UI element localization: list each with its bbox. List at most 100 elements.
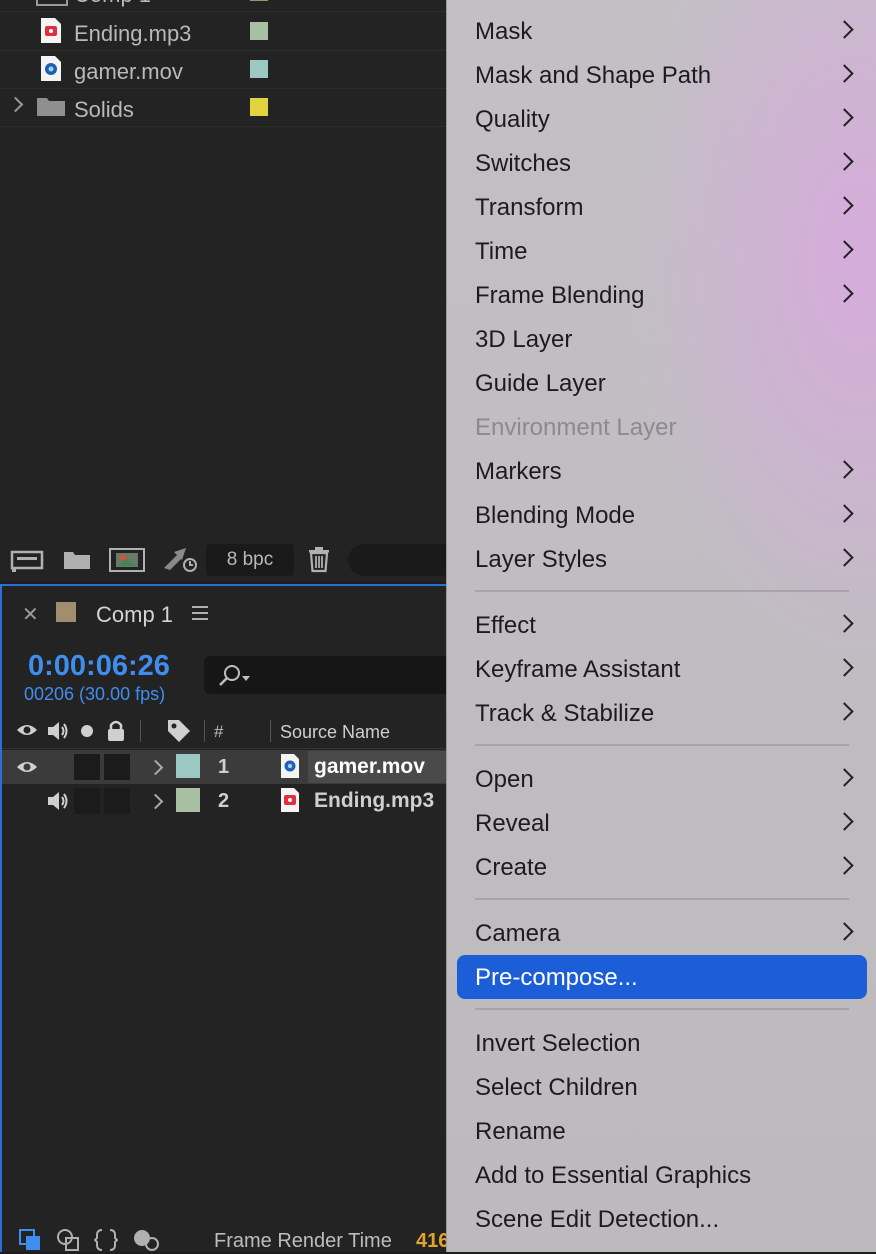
menu-item-track-and-stabilize[interactable]: Track & Stabilize — [457, 691, 867, 735]
menu-item-label: Layer Styles — [475, 546, 608, 573]
layer-name[interactable]: gamer.mov — [308, 751, 468, 783]
project-search-field[interactable] — [348, 544, 458, 576]
menu-item-label: Frame Blending — [475, 282, 645, 309]
project-item-name: gamer.mov — [74, 59, 183, 84]
expand-layer-chevron-icon[interactable] — [147, 793, 164, 810]
submenu-chevron-icon — [835, 240, 854, 259]
submenu-chevron-icon — [835, 20, 854, 39]
menu-item-reveal[interactable]: Reveal — [457, 801, 867, 845]
bit-depth-button[interactable]: 8 bpc — [206, 544, 294, 576]
menu-separator — [475, 1008, 849, 1010]
label-color-swatch[interactable] — [250, 98, 268, 116]
submenu-chevron-icon — [835, 768, 854, 787]
lock-switch[interactable] — [104, 754, 130, 780]
label-color-swatch[interactable] — [250, 60, 268, 78]
menu-item-frame-blending[interactable]: Frame Blending — [457, 273, 867, 317]
menu-separator — [475, 744, 849, 746]
close-tab-icon[interactable]: ✕ — [22, 602, 39, 627]
layer-name[interactable]: Ending.mp3 — [314, 789, 434, 813]
lock-switch[interactable] — [104, 788, 130, 814]
menu-item-camera[interactable]: Camera — [457, 911, 867, 955]
layer-switches-toggle-icon[interactable] — [18, 1228, 42, 1252]
menu-item-label: 3D Layer — [475, 326, 573, 353]
menu-item-add-to-essential-graphics[interactable]: Add to Essential Graphics — [457, 1153, 867, 1197]
composition-icon — [36, 0, 68, 6]
interpret-footage-icon[interactable] — [10, 544, 44, 574]
expand-chevron-icon[interactable] — [7, 96, 24, 113]
project-panel: Comp 1 Ending.mp3 gamer.mov Solids — [0, 0, 458, 582]
lock-icon[interactable] — [106, 719, 126, 743]
menu-item-switches[interactable]: Switches — [457, 141, 867, 185]
menu-item-label: Switches — [475, 150, 572, 177]
visibility-eye-icon[interactable] — [16, 759, 38, 775]
menu-item-label: Guide Layer — [475, 370, 606, 397]
project-item-gamer-mov[interactable]: gamer.mov — [0, 51, 450, 89]
new-folder-icon[interactable] — [62, 544, 92, 574]
render-node-icon[interactable] — [160, 544, 200, 574]
menu-item-select-children[interactable]: Select Children — [457, 1065, 867, 1109]
menu-item-pre-compose[interactable]: Pre-compose... — [457, 955, 867, 999]
project-item-solids[interactable]: Solids — [0, 89, 450, 127]
menu-item-3d-layer[interactable]: 3D Layer — [457, 317, 867, 361]
audio-icon[interactable] — [46, 720, 70, 742]
menu-item-label: Invert Selection — [475, 1030, 641, 1057]
menu-item-label: Transform — [475, 194, 584, 221]
panel-menu-icon[interactable] — [192, 606, 208, 620]
project-toolbar: 8 bpc — [0, 538, 458, 582]
layer-label-swatch[interactable] — [176, 788, 200, 812]
menu-item-time[interactable]: Time — [457, 229, 867, 273]
search-icon — [219, 665, 250, 686]
solo-icon[interactable] — [80, 724, 94, 738]
menu-item-rename[interactable]: Rename — [457, 1109, 867, 1153]
layer-number-header[interactable]: # — [214, 722, 223, 742]
render-time-toggle-icon[interactable] — [132, 1228, 160, 1252]
label-color-swatch[interactable] — [250, 0, 268, 1]
column-divider[interactable] — [140, 720, 141, 742]
video-file-icon — [281, 754, 299, 778]
video-visibility-icon[interactable] — [16, 722, 38, 738]
timeline-search-field[interactable] — [204, 656, 464, 694]
menu-item-label: Pre-compose... — [475, 964, 638, 991]
layer-label-swatch[interactable] — [176, 754, 200, 778]
column-divider[interactable] — [204, 720, 205, 742]
menu-item-quality[interactable]: Quality — [457, 97, 867, 141]
menu-item-guide-layer[interactable]: Guide Layer — [457, 361, 867, 405]
frame-render-time-label: Frame Render Time — [214, 1230, 392, 1252]
layer-row[interactable]: 1 gamer.mov — [2, 750, 468, 784]
solo-switch[interactable] — [74, 754, 100, 780]
audio-speaker-icon[interactable] — [46, 790, 70, 812]
timeline-tab-title[interactable]: Comp 1 — [96, 602, 173, 628]
source-name-header[interactable]: Source Name — [280, 722, 390, 743]
menu-item-effect[interactable]: Effect — [457, 603, 867, 647]
menu-item-create[interactable]: Create — [457, 845, 867, 889]
menu-item-blending-mode[interactable]: Blending Mode — [457, 493, 867, 537]
menu-item-environment-layer: Environment Layer — [457, 405, 867, 449]
in-out-toggle-icon[interactable] — [94, 1228, 118, 1252]
menu-item-mask[interactable]: Mask — [457, 9, 867, 53]
column-divider[interactable] — [270, 720, 271, 742]
new-composition-icon[interactable] — [108, 544, 146, 574]
menu-item-markers[interactable]: Markers — [457, 449, 867, 493]
menu-item-transform[interactable]: Transform — [457, 185, 867, 229]
menu-item-keyframe-assistant[interactable]: Keyframe Assistant — [457, 647, 867, 691]
expand-layer-chevron-icon[interactable] — [147, 759, 164, 776]
solo-switch[interactable] — [74, 788, 100, 814]
current-time-display[interactable]: 0:00:06:26 — [28, 650, 170, 683]
project-item-ending-mp3[interactable]: Ending.mp3 — [0, 13, 450, 51]
menu-item-scene-edit-detection[interactable]: Scene Edit Detection... — [457, 1197, 867, 1241]
label-tag-icon[interactable] — [166, 718, 192, 744]
label-color-swatch[interactable] — [250, 22, 268, 40]
layer-column-header: # Source Name — [2, 714, 450, 749]
layer-number: 2 — [218, 790, 230, 812]
menu-item-open[interactable]: Open — [457, 757, 867, 801]
delete-icon[interactable] — [306, 544, 332, 574]
menu-item-invert-selection[interactable]: Invert Selection — [457, 1021, 867, 1065]
project-item-comp[interactable]: Comp 1 — [0, 0, 450, 12]
audio-file-icon — [41, 18, 61, 43]
submenu-chevron-icon — [835, 196, 854, 215]
layer-row[interactable]: 2 Ending.mp3 — [2, 784, 450, 818]
menu-item-layer-styles[interactable]: Layer Styles — [457, 537, 867, 581]
menu-item-label: Create — [475, 854, 548, 881]
menu-item-mask-and-shape-path[interactable]: Mask and Shape Path — [457, 53, 867, 97]
transfer-controls-toggle-icon[interactable] — [56, 1228, 80, 1252]
